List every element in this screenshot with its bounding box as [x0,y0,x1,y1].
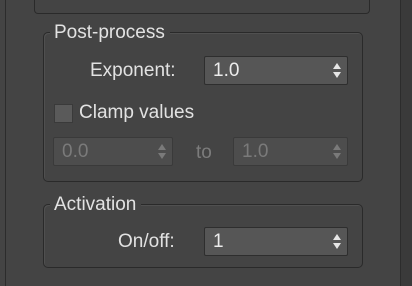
clamp-max-spinner: 1.0 [233,137,348,166]
spinner-down-icon[interactable] [333,72,341,78]
spinner-arrows-icon [158,144,166,160]
spinner-up-icon [158,144,166,150]
spinner-arrows-icon [333,144,341,160]
spinner-down-icon [158,153,166,159]
spinner-arrows-icon[interactable] [333,63,341,79]
activation-title: Activation [50,194,142,216]
spinner-up-icon [333,144,341,150]
rollout-panel: Post-process Exponent: 1.0 Clamp values … [5,0,401,286]
spinner-down-icon[interactable] [333,243,341,249]
panel-scroll-edge [401,0,412,286]
exponent-spinner[interactable]: 1.0 [204,56,348,85]
exponent-value[interactable]: 1.0 [213,59,239,83]
clamp-max-value: 1.0 [242,141,269,162]
spinner-down-icon [333,153,341,159]
post-process-title: Post-process [50,22,170,44]
clamp-min-value: 0.0 [62,141,89,162]
spinner-up-icon[interactable] [333,234,341,240]
spinner-up-icon[interactable] [333,63,341,69]
previous-group-frame [34,0,370,14]
exponent-label: Exponent: [90,60,176,81]
clamp-values-label[interactable]: Clamp values [79,102,194,124]
onoff-label: On/off: [118,231,175,252]
to-label: to [196,142,212,163]
onoff-spinner[interactable]: 1 [204,227,348,256]
spinner-arrows-icon[interactable] [333,234,341,250]
clamp-values-checkbox[interactable] [54,104,73,123]
clamp-min-spinner: 0.0 [53,137,173,166]
onoff-value[interactable]: 1 [213,230,224,254]
